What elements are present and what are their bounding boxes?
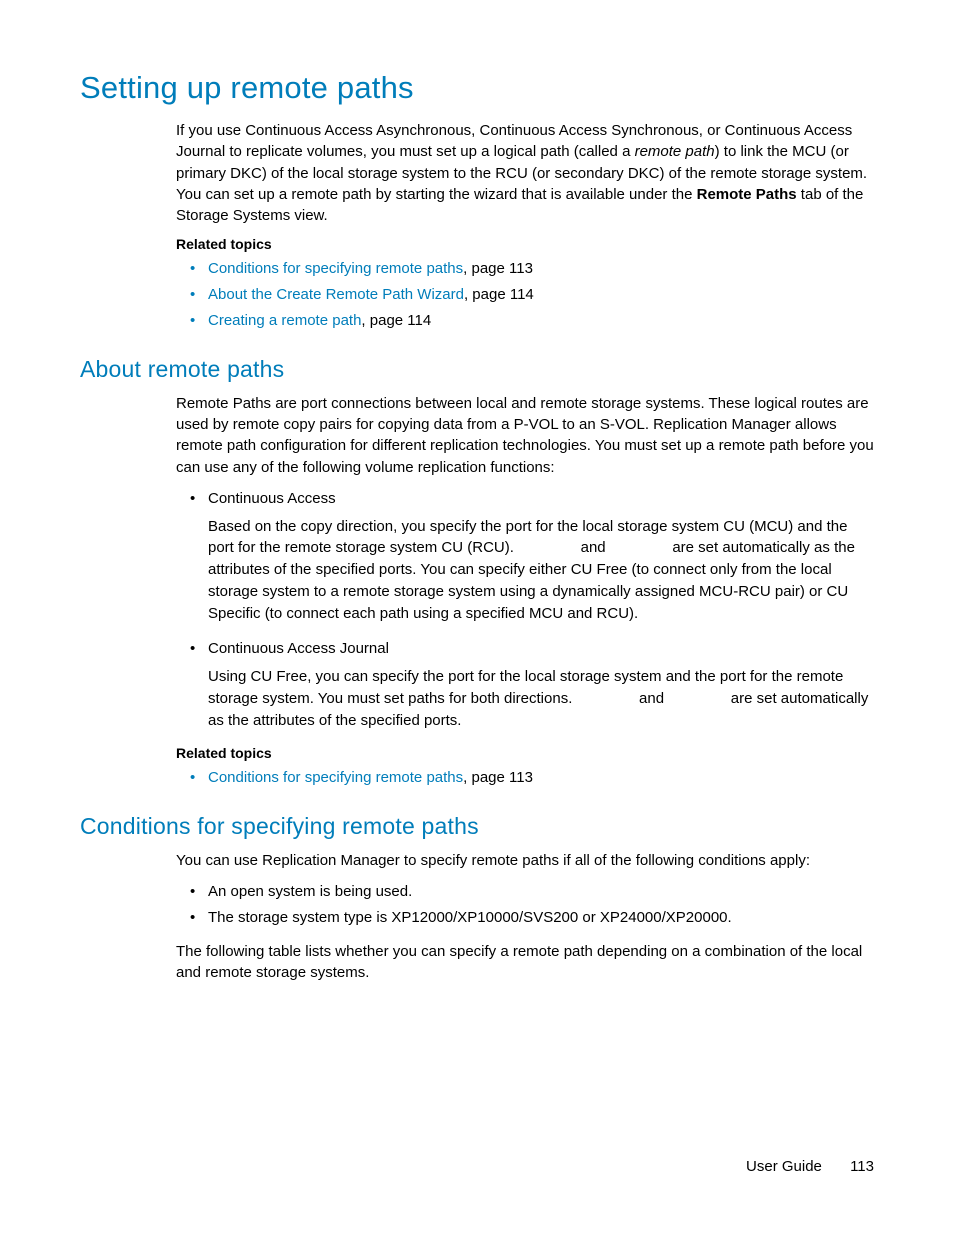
intro-paragraph: If you use Continuous Access Asynchronou… (80, 120, 874, 226)
list-item: An open system is being used. (196, 881, 874, 903)
link-conditions[interactable]: Conditions for specifying remote paths (208, 769, 463, 786)
text: , page 113 (463, 260, 533, 277)
page-footer: User Guide 113 (746, 1158, 874, 1175)
related-topics-list: Conditions for specifying remote paths, … (80, 258, 874, 331)
footer-label: User Guide (746, 1158, 822, 1175)
list-item: The storage system type is XP12000/XP100… (196, 907, 874, 929)
heading-conditions: Conditions for specifying remote paths (80, 813, 874, 840)
conditions-list: An open system is being used. The storag… (80, 881, 874, 929)
list-item: About the Create Remote Path Wizard, pag… (196, 284, 874, 306)
heading-1: Setting up remote paths (80, 70, 874, 106)
related-topics-list: Conditions for specifying remote paths, … (80, 767, 874, 789)
heading-about: About remote paths (80, 356, 874, 383)
replication-list: Continuous Access Based on the copy dire… (80, 488, 874, 732)
page-number: 113 (850, 1158, 874, 1175)
list-item: Conditions for specifying remote paths, … (196, 767, 874, 789)
emphasis: remote path (635, 143, 715, 160)
link-creating[interactable]: Creating a remote path (208, 312, 361, 329)
text: and (581, 539, 606, 556)
text: , page 114 (361, 312, 431, 329)
link-wizard[interactable]: About the Create Remote Path Wizard (208, 286, 464, 303)
text: , page 113 (463, 769, 533, 786)
conditions-after: The following table lists whether you ca… (80, 941, 874, 984)
about-paragraph: Remote Paths are port connections betwee… (80, 393, 874, 478)
text: , page 114 (464, 286, 534, 303)
related-topics-heading: Related topics (80, 745, 874, 761)
list-item: Creating a remote path, page 114 (196, 310, 874, 332)
gap (514, 539, 581, 556)
list-item: Conditions for specifying remote paths, … (196, 258, 874, 280)
text: and (639, 690, 664, 707)
list-item-caj: Continuous Access Journal Using CU Free,… (196, 638, 874, 731)
list-item-ca: Continuous Access Based on the copy dire… (196, 488, 874, 625)
related-topics-heading: Related topics (80, 236, 874, 252)
bold-text: Remote Paths (697, 186, 797, 203)
link-conditions[interactable]: Conditions for specifying remote paths (208, 260, 463, 277)
gap (606, 539, 673, 556)
gap (664, 690, 731, 707)
gap (572, 690, 639, 707)
item-description: Based on the copy direction, you specify… (208, 516, 874, 625)
conditions-paragraph: You can use Replication Manager to speci… (80, 850, 874, 871)
item-description: Using CU Free, you can specify the port … (208, 666, 874, 731)
item-label: Continuous Access Journal (208, 640, 389, 657)
item-label: Continuous Access (208, 490, 336, 507)
